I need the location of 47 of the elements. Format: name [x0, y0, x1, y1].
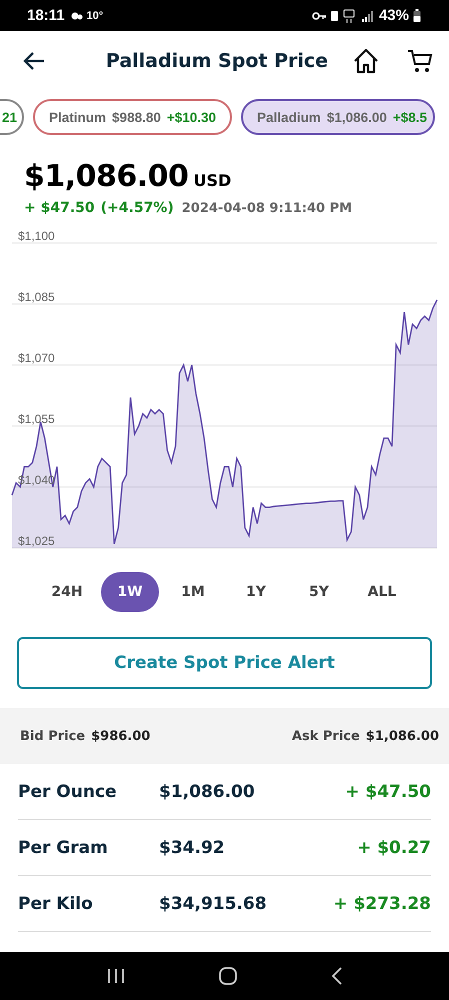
price-change: + $47.50: [24, 200, 95, 216]
unit-change: + $47.50: [345, 782, 431, 802]
recent-apps-icon[interactable]: [106, 968, 124, 984]
home-icon[interactable]: [353, 48, 379, 74]
period-tab[interactable]: 1M: [164, 572, 222, 612]
back-icon[interactable]: [330, 967, 342, 985]
period-tab[interactable]: ALL: [353, 572, 411, 612]
axis-label: $1,025: [18, 534, 55, 548]
metal-chip[interactable]: 21: [0, 99, 24, 135]
unit-change: + $0.27: [357, 838, 431, 858]
ask-value: $1,086.00: [366, 728, 439, 744]
unit-label: Per Gram: [18, 838, 109, 858]
unit-label: Per Kilo: [18, 894, 94, 914]
period-tab[interactable]: 24H: [38, 572, 96, 612]
axis-label: $1,070: [18, 351, 55, 365]
timestamp: 2024-04-08 9:11:40 PM: [182, 200, 352, 216]
bid-value: $986.00: [91, 728, 150, 744]
signal-icon: [360, 10, 375, 22]
axis-label: $1,085: [18, 290, 55, 304]
page-title: Palladium Spot Price: [104, 50, 330, 72]
unit-price: $34.92: [159, 838, 226, 858]
currency-label: USD: [194, 171, 232, 190]
create-alert-button[interactable]: Create Spot Price Alert: [17, 637, 432, 689]
unit-label: Per Ounce: [18, 782, 118, 802]
back-arrow-icon[interactable]: [23, 52, 45, 70]
unit-change: + $273.28: [333, 894, 431, 914]
cart-icon[interactable]: [407, 48, 433, 74]
unit-price: $1,086.00: [159, 782, 256, 802]
battery-icon: [413, 9, 421, 22]
bid-label: Bid Price: [20, 728, 86, 744]
percent-change: (+4.57%): [100, 200, 174, 216]
home-button-icon[interactable]: [218, 966, 238, 986]
weather-icon: [70, 10, 83, 20]
spot-price: $1,086.00: [24, 159, 188, 194]
period-tab[interactable]: 1W: [101, 572, 159, 612]
period-tab[interactable]: 1Y: [227, 572, 285, 612]
ask-label: Ask Price: [292, 728, 360, 744]
period-tab[interactable]: 5Y: [290, 572, 348, 612]
axis-label: $1,100: [18, 231, 55, 243]
clock-text: 18:11: [27, 7, 65, 24]
temperature-text: 10°: [86, 10, 104, 22]
unit-price: $34,915.68: [159, 894, 268, 914]
key-icon: [312, 12, 326, 20]
axis-label: $1,055: [18, 412, 55, 426]
metal-chip[interactable]: Platinum $988.80 +$10.30: [33, 99, 232, 135]
battery-text: 43%: [378, 7, 409, 24]
metal-chip[interactable]: Palladium $1,086.00 +$8.5: [241, 99, 436, 135]
